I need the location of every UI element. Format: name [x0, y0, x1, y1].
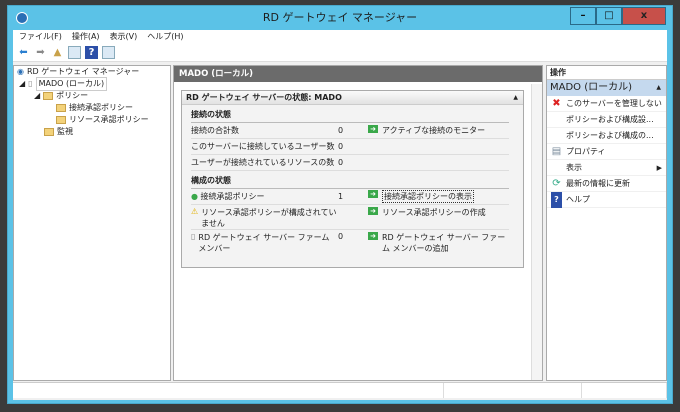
arrow-icon: ➜: [368, 207, 378, 215]
warning-icon: ⚠: [191, 207, 199, 216]
arrow-icon: ➜: [368, 190, 378, 198]
table-row: ● 接続承認ポリシー 1 ➜ 接続承認ポリシーの表示: [191, 189, 509, 205]
status-panel: RD ゲートウェイ サーバーの状態: MADO ▲ 接続の状態 接続の合計数 0 ➜ ア…: [181, 90, 524, 268]
window-title: RD ゲートウェイ マネージャー: [262, 11, 418, 24]
folder-icon: [56, 104, 66, 112]
table-row: 接続の合計数 0 ➜ アクティブな接続のモニター: [191, 123, 509, 139]
menu-bar: ファイル(F) 操作(A) 表示(V) ヘルプ(H): [13, 30, 667, 44]
forward-icon[interactable]: ➡: [34, 46, 47, 59]
arrow-icon: ➜: [368, 232, 378, 240]
action-help[interactable]: ? ヘルプ: [547, 191, 666, 208]
gateway-icon: ◉: [17, 67, 24, 76]
server-icon: ▯: [191, 232, 196, 241]
folder-icon: [44, 128, 54, 136]
collapse-icon[interactable]: ▲: [656, 80, 661, 96]
panel-title: RD ゲートウェイ サーバーの状態: MADO: [186, 93, 342, 102]
close-button[interactable]: x: [622, 7, 666, 25]
add-farm-member-link[interactable]: ➜ RD ゲートウェイ サーバー ファーム メンバーの追加: [368, 232, 509, 254]
menu-view[interactable]: 表示(V): [110, 30, 138, 44]
center-pane: MADO (ローカル) RD ゲートウェイ サーバーの状態: MADO ▲ 接続の…: [173, 65, 543, 381]
up-folder-icon[interactable]: ▲: [51, 46, 64, 59]
collapse-icon[interactable]: ▲: [513, 91, 518, 105]
refresh-icon: ⟳: [552, 177, 561, 189]
app-icon: [16, 12, 28, 24]
minimize-button[interactable]: –: [570, 7, 596, 25]
show-hide-tree-icon[interactable]: [68, 46, 81, 59]
monitor-link[interactable]: ➜ アクティブな接続のモニター: [368, 125, 509, 136]
folder-icon: [43, 92, 54, 100]
action-unmanage[interactable]: ✖ このサーバーを管理しない: [547, 96, 666, 112]
properties-icon: ▤: [551, 145, 562, 157]
menu-help[interactable]: ヘルプ(H): [147, 30, 183, 44]
view-cap-link[interactable]: ➜ 接続承認ポリシーの表示: [368, 190, 509, 203]
tree-server[interactable]: ◢ ▯ MADO (ローカル): [14, 77, 170, 91]
section-connection: 接続の状態: [191, 109, 509, 123]
tree-cap[interactable]: 接続承認ポリシー: [14, 102, 170, 114]
table-row: このサーバーに接続しているユーザー数 0: [191, 139, 509, 155]
table-row: ▯ RD ゲートウェイ サーバー ファーム メンバー 0 ➜ RD ゲートウェイ サーバ…: [191, 230, 509, 256]
show-hide-action-pane-icon[interactable]: [102, 46, 115, 59]
check-icon: ●: [191, 192, 198, 201]
action-policy-config[interactable]: ポリシーおよび構成の...: [547, 128, 666, 144]
status-bar: [13, 382, 667, 398]
title-bar: RD ゲートウェイ マネージャー – □ x: [8, 6, 672, 30]
submenu-arrow-icon: ▶: [656, 163, 662, 172]
menu-file[interactable]: ファイル(F): [19, 30, 62, 44]
app-window: RD ゲートウェイ マネージャー – □ x ファイル(F) 操作(A) 表示(…: [7, 5, 673, 404]
tree-policy[interactable]: ◢ ポリシー: [14, 90, 170, 102]
toolbar: ⬅ ➡ ▲ ?: [13, 44, 667, 62]
tree-monitor[interactable]: 監視: [14, 126, 170, 138]
table-row: ⚠ リソース承認ポリシーが構成されていません ➜ リソース承認ポリシーの作成: [191, 205, 509, 230]
action-policy-settings[interactable]: ポリシーおよび構成設...: [547, 112, 666, 128]
action-view[interactable]: 表示 ▶: [547, 160, 666, 176]
vertical-scrollbar[interactable]: [531, 84, 542, 380]
delete-icon: ✖: [552, 97, 561, 109]
center-header: MADO (ローカル): [174, 66, 542, 82]
server-icon: ▯: [28, 79, 33, 88]
tree-rap[interactable]: リソース承認ポリシー: [14, 114, 170, 126]
expand-icon[interactable]: ◢: [19, 78, 25, 90]
action-refresh[interactable]: ⟳ 最新の情報に更新: [547, 176, 666, 192]
section-config: 構成の状態: [191, 175, 509, 189]
help-icon[interactable]: ?: [85, 46, 98, 59]
help-icon: ?: [551, 191, 562, 208]
arrow-icon: ➜: [368, 125, 378, 133]
actions-pane: 操作 MADO (ローカル) ▲ ✖ このサーバーを管理しない ポリシーおよび構成設…: [546, 65, 667, 381]
table-row: ユーザーが接続されているリソースの数 0: [191, 155, 509, 171]
actions-header: 操作: [547, 66, 666, 80]
action-properties[interactable]: ▤ プロパティ: [547, 144, 666, 160]
tree-pane: ◉ RD ゲートウェイ マネージャー ◢ ▯ MADO (ローカル) ◢ ポリシー 接続…: [13, 65, 171, 381]
maximize-button[interactable]: □: [596, 7, 622, 25]
back-icon[interactable]: ⬅: [17, 46, 30, 59]
actions-group-header[interactable]: MADO (ローカル) ▲: [547, 80, 666, 96]
expand-icon[interactable]: ◢: [34, 90, 40, 102]
folder-icon: [56, 116, 66, 124]
menu-action[interactable]: 操作(A): [72, 30, 100, 44]
create-rap-link[interactable]: ➜ リソース承認ポリシーの作成: [368, 207, 509, 218]
